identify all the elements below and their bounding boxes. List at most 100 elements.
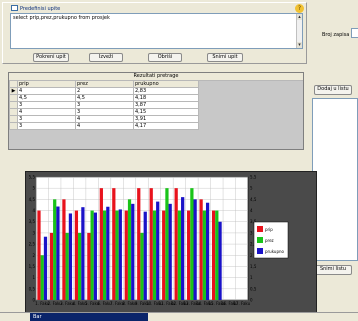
table-cell[interactable]: 2,83 — [133, 87, 199, 95]
table-cell[interactable]: 4 — [75, 122, 134, 130]
table-cell[interactable]: 3 — [75, 101, 134, 109]
y-tick-label: 0,5 — [29, 286, 36, 291]
status-item-label: Bar — [33, 314, 42, 320]
y-tick-label-right: 1,5 — [250, 264, 257, 269]
status-bar: Bar — [0, 312, 358, 321]
query-panel: Predefinisi upite ? select prip,prez,pru… — [2, 2, 307, 64]
bar-prip — [99, 188, 103, 300]
add-to-list-button[interactable]: Dodaj u listu — [314, 85, 352, 95]
scroll-up-icon[interactable]: ▴ — [297, 14, 302, 20]
row-count-label: Broj zapisa — [322, 32, 350, 38]
bar-prip — [174, 188, 178, 300]
table-cell[interactable]: 3,91 — [133, 115, 199, 123]
table-row[interactable]: 3 3 3,87 — [9, 101, 199, 109]
x-tick-label: 17. Faku — [233, 301, 250, 306]
bar-prukupno — [81, 207, 85, 300]
editor-scrollbar[interactable]: ▴ ▾ — [296, 14, 302, 48]
bar-prukupno — [43, 236, 48, 300]
bar-prip — [74, 210, 79, 300]
bar-prez — [215, 210, 219, 300]
y-tick-label: 3,5 — [29, 219, 36, 224]
bar-prez — [102, 210, 107, 300]
bar-prip — [49, 232, 54, 300]
scroll-down-icon[interactable]: ▾ — [297, 42, 302, 48]
y-tick-label: 1 — [32, 275, 35, 280]
y-tick-label-right: 0 — [250, 298, 253, 303]
results-header-row: prip prez prukupno — [9, 80, 199, 88]
table-cell[interactable]: 4 — [17, 87, 76, 95]
y-tick-label: 4 — [32, 208, 35, 213]
table-row[interactable]: 4 3 4,15 — [9, 108, 199, 116]
table-cell[interactable]: 2 — [75, 87, 134, 95]
table-row[interactable]: 3 4 3,91 — [9, 115, 199, 123]
clear-button[interactable]: Obriši — [148, 53, 182, 62]
y-tick-label-right: 1 — [250, 275, 253, 280]
query-title: Predefinisi upite — [20, 6, 61, 12]
table-cell[interactable]: 4,5 — [17, 94, 76, 102]
table-cell[interactable]: 3 — [75, 108, 134, 116]
y-tick-label: 2 — [32, 253, 35, 258]
y-tick-label: 3 — [32, 230, 35, 235]
bar-prukupno — [106, 206, 110, 300]
y-tick-label-right: 5,5 — [250, 175, 257, 180]
row-selector[interactable] — [9, 101, 18, 109]
bar-chart: 0 00,5 0,51 11,5 1,52 22,5 2,53 33,5 3,54 44,5 4,5… — [29, 175, 289, 306]
table-cell[interactable]: 4,17 — [133, 122, 199, 130]
bar-prez — [78, 232, 82, 300]
run-query-button[interactable]: Pokreni upit — [33, 53, 69, 62]
field-list[interactable] — [312, 98, 358, 261]
table-row[interactable]: ▶ 4 2 2,83 — [9, 87, 199, 95]
column-header[interactable]: prip — [17, 80, 76, 88]
y-tick-label-right: 3 — [250, 230, 253, 235]
table-cell[interactable]: 3,87 — [133, 101, 199, 109]
bar-prez — [40, 255, 44, 300]
bar-prukupno — [205, 202, 210, 300]
bar-prukupno — [118, 209, 122, 300]
y-tick-label-right: 4,5 — [250, 197, 257, 202]
chart-panel: 0 0 0,5 0,5 1 1 1,5 1,5 2 2 2,5 2,5 3 3 3,5 3,5 4 4 4,5 4,5… — [25, 171, 317, 314]
bar-prukupno — [181, 197, 185, 300]
table-cell[interactable]: 3 — [17, 115, 76, 123]
row-selector[interactable] — [9, 115, 18, 123]
legend-label: prez — [265, 238, 274, 243]
y-tick-label: 1,5 — [29, 264, 36, 269]
table-row[interactable]: 4,5 4,5 4,18 — [9, 94, 199, 102]
table-cell[interactable]: 4,5 — [75, 94, 134, 102]
legend-swatch — [257, 226, 263, 232]
results-table: prip prez prukupno ▶ 4 2 2,83 4,5 4,5 4,18 33… — [9, 80, 199, 130]
sql-query-text: select prip,prez,prukupno from prosjek — [13, 15, 110, 21]
table-cell[interactable]: 3 — [17, 101, 76, 109]
help-icon[interactable]: ? — [295, 4, 304, 13]
bar-prez — [152, 210, 157, 300]
row-selector[interactable] — [9, 94, 18, 102]
y-tick-label: 4,5 — [29, 197, 36, 202]
table-cell[interactable]: 3 — [17, 122, 76, 130]
row-count-field[interactable] — [351, 28, 358, 38]
row-selector[interactable] — [9, 122, 18, 130]
table-cell[interactable]: 4,18 — [133, 94, 199, 102]
sql-query-editor[interactable]: select prip,prez,prukupno from prosjek ▴… — [10, 13, 303, 49]
bar-prip — [187, 210, 191, 300]
table-row[interactable]: 3 4 4,17 — [9, 122, 199, 130]
bar-prip — [199, 199, 203, 300]
table-cell[interactable]: 4 — [75, 115, 134, 123]
bar-prukupno — [156, 201, 160, 300]
legend-swatch — [257, 237, 263, 243]
bar-prukupno — [93, 212, 97, 300]
bar-prukupno — [56, 206, 60, 300]
bar-prip — [112, 188, 116, 300]
table-cell[interactable]: 4,15 — [133, 108, 199, 116]
save-query-button[interactable]: Snimi upit — [207, 53, 243, 62]
bar-prez — [127, 199, 132, 300]
y-tick-label-right: 0,5 — [250, 286, 257, 291]
column-header[interactable]: prukupno — [133, 80, 199, 88]
row-selector-header — [9, 80, 18, 88]
row-selector[interactable] — [9, 108, 18, 116]
save-list-button[interactable]: Snimi listu — [314, 265, 352, 275]
table-cell[interactable]: 4 — [17, 108, 76, 116]
bar-prip — [87, 232, 91, 300]
column-header[interactable]: prez — [75, 80, 134, 88]
export-button[interactable]: Izveži — [89, 53, 123, 62]
bar-prukupno — [68, 213, 73, 300]
bar-prez — [115, 210, 119, 300]
